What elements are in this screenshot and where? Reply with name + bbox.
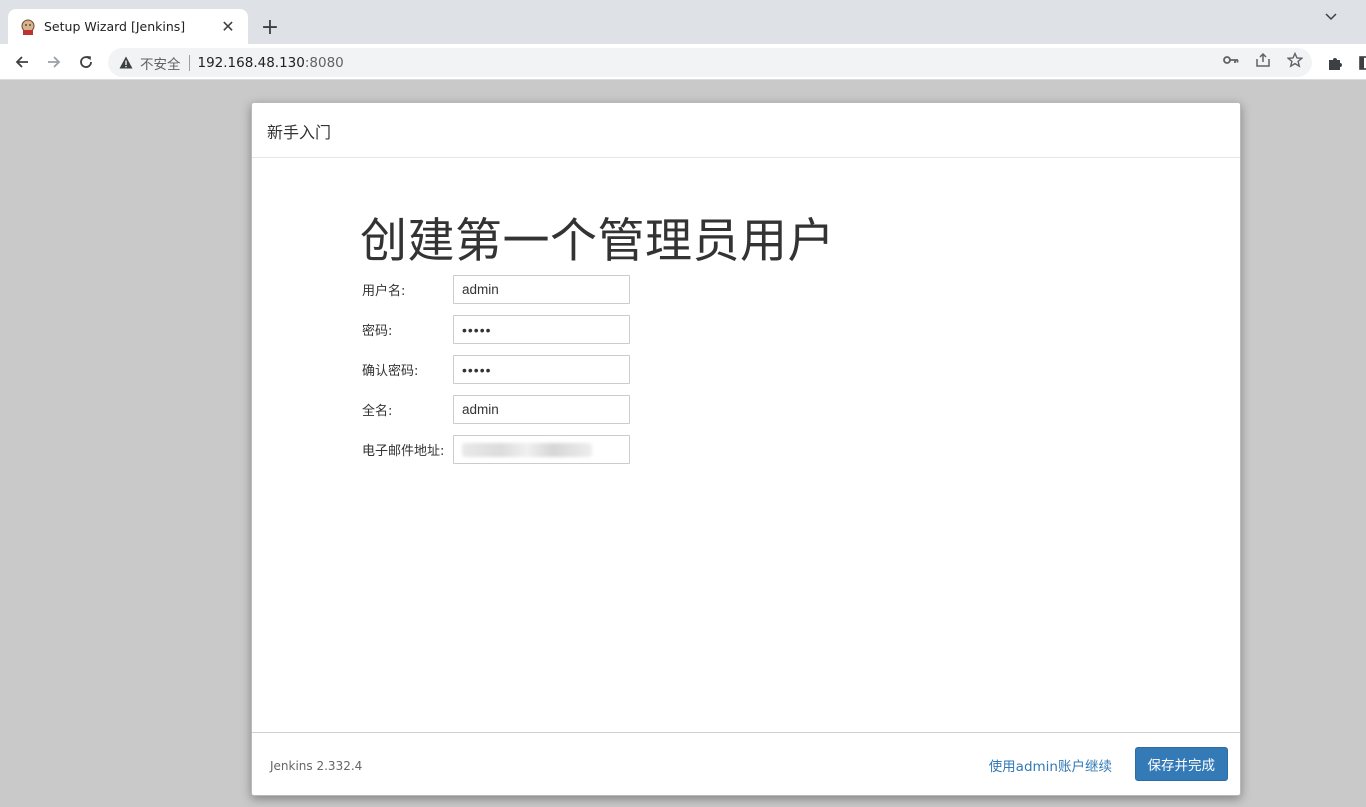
password-input[interactable]: •••••	[453, 315, 630, 344]
bookmark-star-icon[interactable]	[1286, 51, 1304, 69]
jenkins-favicon-icon	[20, 19, 36, 35]
jenkins-version: Jenkins 2.332.4	[270, 759, 363, 773]
password-value: •••••	[462, 321, 492, 338]
dialog-footer: Jenkins 2.332.4 使用admin账户继续 保存并完成	[252, 732, 1240, 795]
username-input[interactable]: admin	[453, 275, 630, 304]
email-value-redacted	[462, 442, 592, 457]
key-icon[interactable]	[1222, 51, 1240, 69]
tab-search-chevron-icon[interactable]	[1320, 8, 1342, 26]
continue-as-admin-link[interactable]: 使用admin账户继续	[989, 755, 1112, 775]
browser-toolbar: 不安全 192.168.48.130:8080	[0, 44, 1366, 80]
insecure-label[interactable]: 不安全	[140, 53, 181, 73]
confirm-password-input[interactable]: •••••	[453, 355, 630, 384]
address-bar[interactable]: 不安全 192.168.48.130:8080	[108, 48, 1312, 77]
share-icon[interactable]	[1254, 51, 1272, 69]
confirm-password-label: 确认密码:	[362, 364, 419, 379]
tab-close-icon[interactable]: ✕	[218, 17, 238, 37]
page-title: 创建第一个管理员用户	[360, 214, 835, 269]
tab-title: Setup Wizard [Jenkins]	[44, 19, 186, 34]
back-arrow-icon[interactable]	[10, 50, 34, 74]
dialog-body: 创建第一个管理员用户 用户名: admin 密码: ••••• 确认密码: ••…	[252, 158, 1240, 733]
email-input[interactable]	[453, 435, 630, 464]
password-label: 密码:	[362, 324, 393, 339]
setup-wizard-dialog: 新手入门 创建第一个管理员用户 用户名: admin 密码: ••••• 确认密…	[251, 102, 1241, 796]
full-name-value: admin	[462, 402, 499, 417]
form-row-username: 用户名: admin	[362, 275, 742, 305]
dialog-header: 新手入门	[252, 103, 1240, 158]
username-label: 用户名:	[362, 284, 406, 299]
address-separator	[188, 54, 190, 71]
confirm-password-value: •••••	[462, 361, 492, 378]
dialog-header-title: 新手入门	[267, 123, 332, 142]
url-text[interactable]: 192.168.48.130:8080	[198, 55, 344, 71]
browser-tab[interactable]: Setup Wizard [Jenkins] ✕	[8, 9, 248, 44]
new-tab-icon[interactable]: +	[258, 15, 282, 40]
save-and-finish-button[interactable]: 保存并完成	[1134, 747, 1228, 781]
full-name-input[interactable]: admin	[453, 395, 630, 424]
form-row-password: 密码: •••••	[362, 315, 742, 345]
reload-icon[interactable]	[74, 50, 98, 74]
url-port: :8080	[304, 54, 344, 71]
forward-arrow-icon[interactable]	[42, 50, 66, 74]
form-row-full-name: 全名: admin	[362, 395, 742, 425]
extensions-puzzle-icon[interactable]	[1326, 54, 1344, 72]
full-name-label: 全名:	[362, 404, 393, 419]
side-panel-icon[interactable]	[1356, 54, 1366, 72]
form-row-email: 电子邮件地址:	[362, 435, 742, 465]
form-row-confirm-password: 确认密码: •••••	[362, 355, 742, 385]
username-value: admin	[462, 282, 499, 297]
url-host: 192.168.48.130	[197, 54, 305, 71]
warning-triangle-icon[interactable]	[118, 55, 134, 71]
browser-tabstrip: Setup Wizard [Jenkins] ✕ +	[0, 0, 1366, 44]
email-label: 电子邮件地址:	[362, 444, 445, 459]
